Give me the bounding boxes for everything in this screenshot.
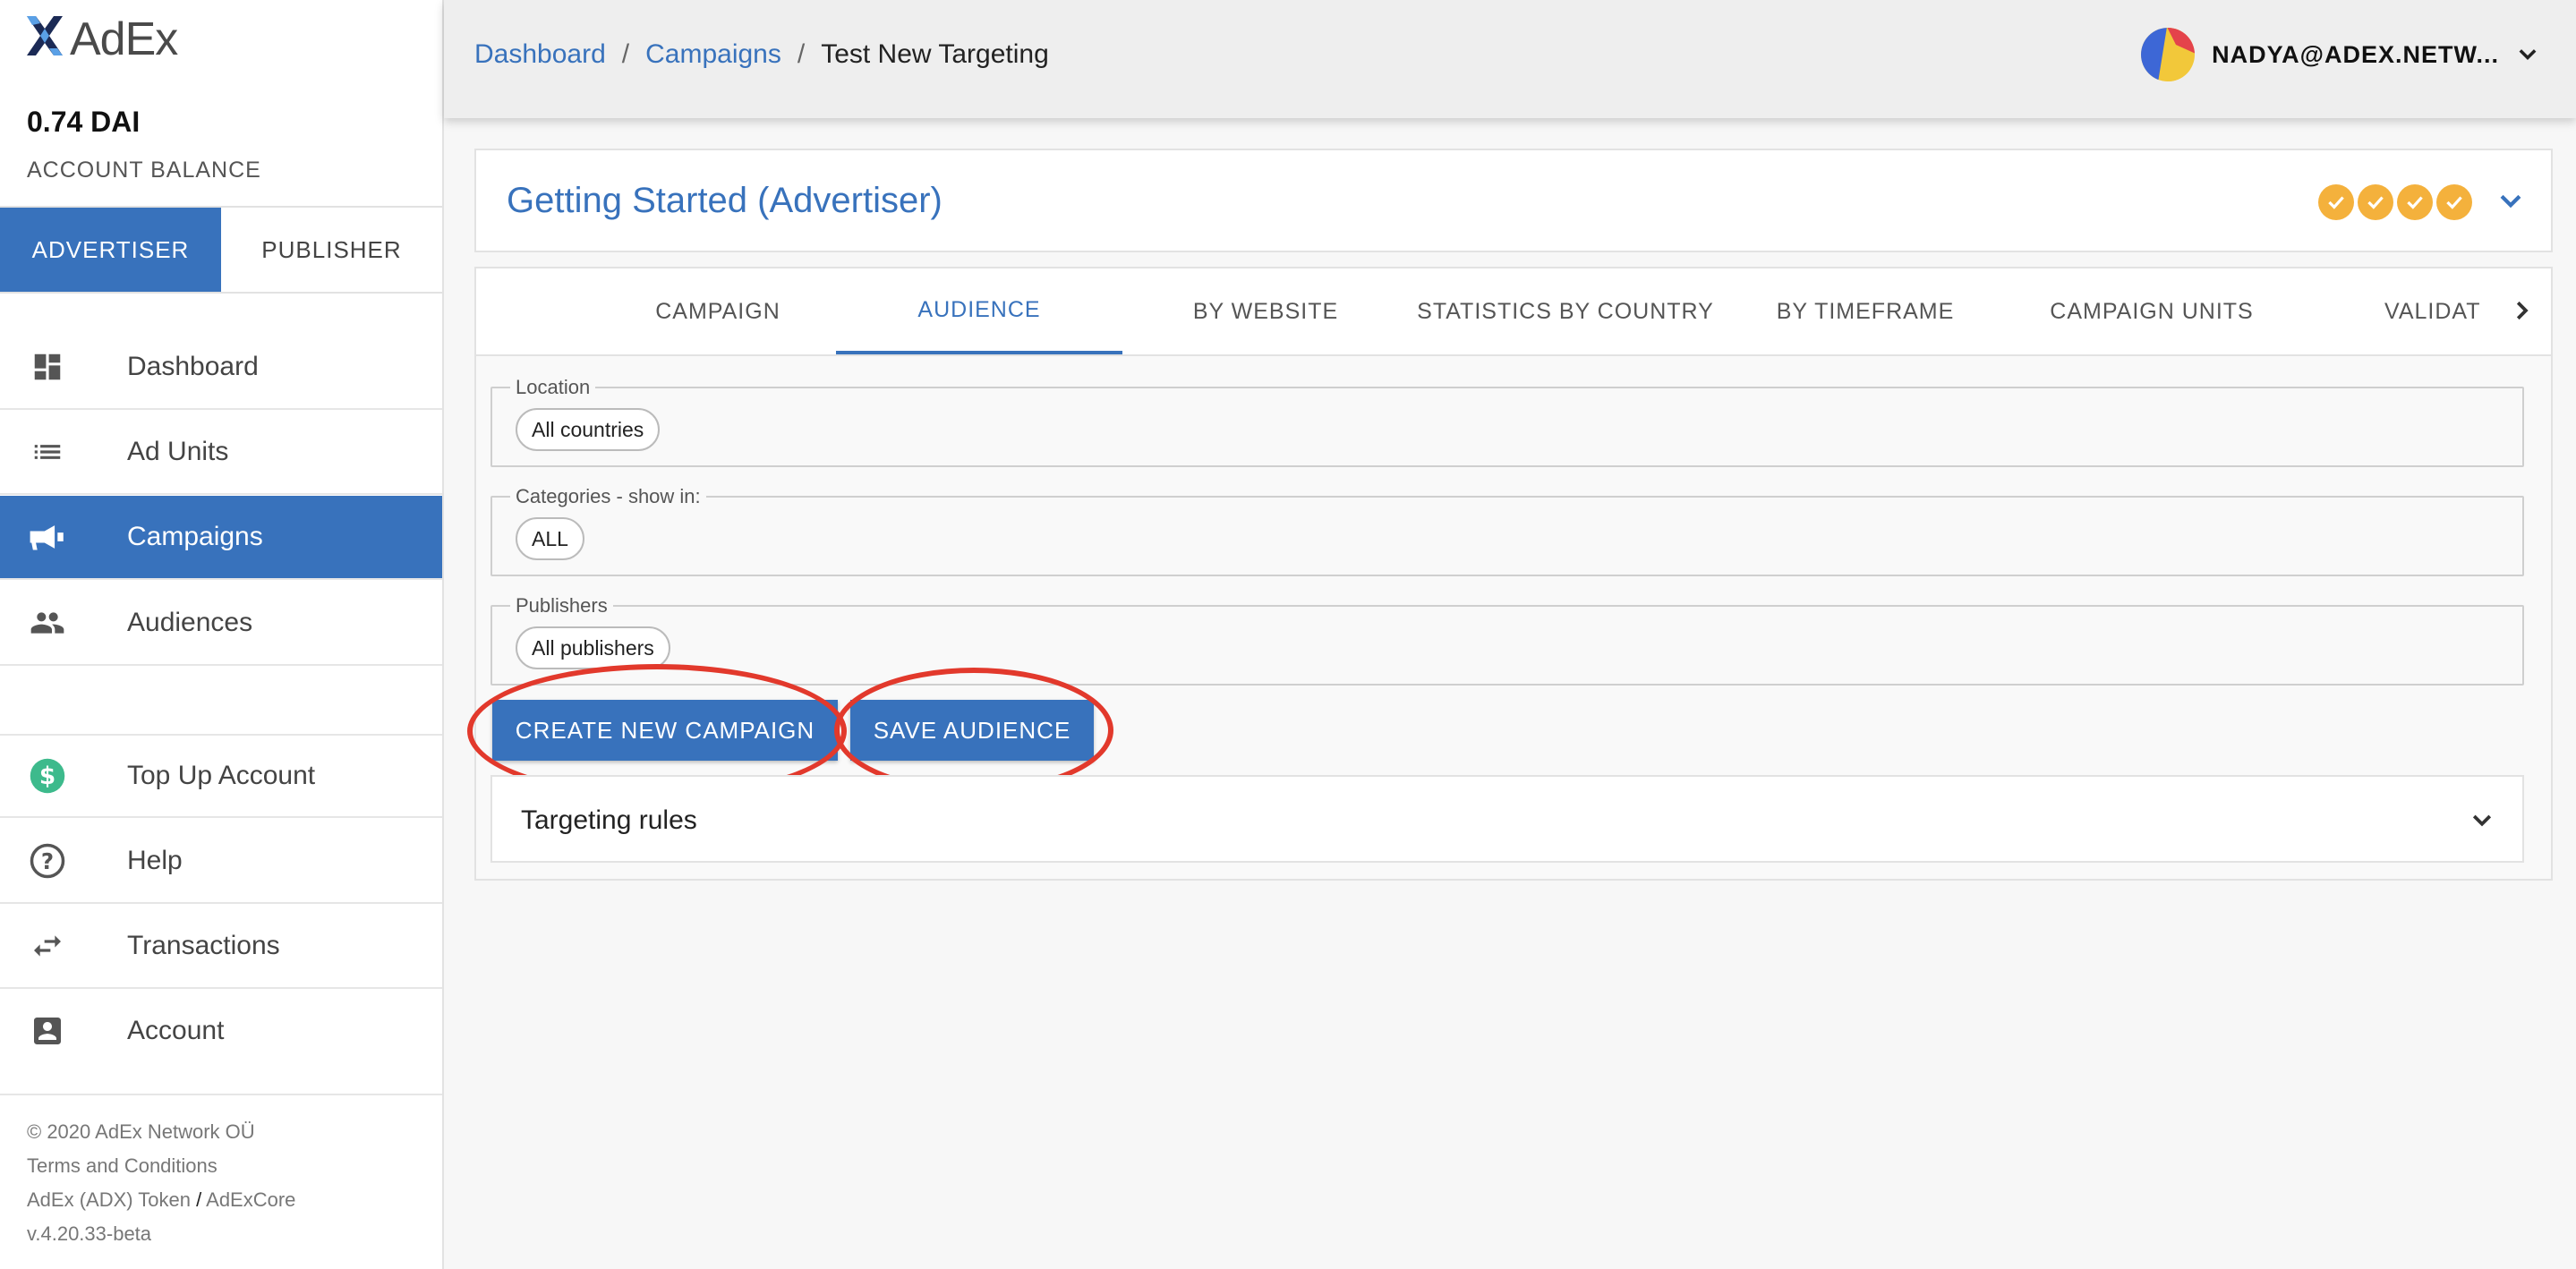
sidebar-item-campaigns[interactable]: Campaigns (0, 496, 442, 580)
create-new-campaign-button[interactable]: CREATE NEW CAMPAIGN (492, 700, 838, 761)
megaphone-icon (29, 518, 66, 556)
footer-separator: / (191, 1188, 207, 1211)
breadcrumb: Dashboard / Campaigns / Test New Targeti… (474, 39, 1049, 70)
chevron-down-icon (2472, 814, 2492, 827)
dollar-icon: $ (29, 757, 66, 795)
sidebar-item-ad-units[interactable]: Ad Units (0, 411, 442, 495)
location-legend: Location (510, 376, 596, 399)
campaign-details-card: CAMPAIGN AUDIENCE BY WEBSITE STATISTICS … (467, 267, 2553, 881)
tab-campaign-units[interactable]: CAMPAIGN UNITS (2009, 268, 2295, 354)
tab-by-timeframe[interactable]: BY TIMEFRAME (1722, 268, 2009, 354)
people-icon (29, 604, 66, 642)
account-balance-amount: 0.74 DAI (27, 106, 141, 138)
campaign-tabs: CAMPAIGN AUDIENCE BY WEBSITE STATISTICS … (476, 268, 2551, 356)
sidebar-item-label: Transactions (127, 931, 280, 960)
publishers-chip[interactable]: All publishers (516, 626, 670, 669)
location-chip[interactable]: All countries (516, 408, 661, 451)
breadcrumb-separator: / (797, 39, 806, 69)
svg-text:$: $ (39, 763, 55, 790)
breadcrumb-dashboard[interactable]: Dashboard (474, 39, 606, 70)
save-audience-button[interactable]: SAVE AUDIENCE (850, 700, 1094, 761)
sidebar: AdEx 0.74 DAI ACCOUNT BALANCE ADVERTISER… (0, 0, 444, 1269)
chevron-down-icon[interactable] (2495, 186, 2526, 217)
role-tab-publisher[interactable]: PUBLISHER (221, 208, 442, 292)
breadcrumb-campaigns[interactable]: Campaigns (645, 39, 781, 70)
tab-campaign[interactable]: CAMPAIGN (585, 268, 850, 354)
dashboard-icon (29, 348, 66, 386)
footer-divider (0, 1094, 442, 1095)
categories-chip[interactable]: ALL (516, 517, 584, 560)
user-avatar-icon (2141, 28, 2196, 81)
footer-links: AdEx (ADX) Token / AdExCore (27, 1188, 295, 1212)
check-icon (2436, 184, 2472, 220)
user-email: NADYA@ADEX.NETW... (2212, 40, 2499, 68)
sidebar-item-label: Ad Units (127, 437, 229, 466)
publishers-field: Publishers All publishers (490, 594, 2524, 686)
adex-logo[interactable]: AdEx (25, 11, 178, 68)
sidebar-item-account[interactable]: Account (0, 989, 442, 1073)
transfer-icon (29, 927, 66, 965)
sidebar-item-label: Dashboard (127, 352, 259, 381)
tab-audience[interactable]: AUDIENCE (836, 268, 1122, 354)
sidebar-item-label: Help (127, 846, 183, 875)
tab-statistics-by-country[interactable]: STATISTICS BY COUNTRY (1409, 268, 1722, 354)
sidebar-item-label: Account (127, 1016, 225, 1045)
logo-text: AdEx (70, 13, 178, 65)
sidebar-item-label: Audiences (127, 608, 253, 637)
footer-core-link[interactable]: AdExCore (206, 1188, 295, 1211)
categories-legend: Categories - show in: (510, 485, 706, 508)
tab-by-website[interactable]: BY WEBSITE (1122, 268, 1409, 354)
account-balance-label: ACCOUNT BALANCE (27, 158, 261, 183)
sidebar-item-label: Campaigns (127, 522, 263, 551)
location-field: Location All countries (490, 376, 2524, 467)
getting-started-title: Getting Started (Advertiser) (507, 181, 943, 220)
user-menu[interactable]: NADYA@ADEX.NETW... (2140, 27, 2540, 82)
role-switch: ADVERTISER PUBLISHER (0, 206, 442, 294)
svg-text:?: ? (41, 848, 54, 874)
help-icon: ? (29, 842, 66, 880)
sidebar-item-top-up[interactable]: $ Top Up Account (0, 734, 442, 818)
footer-copyright: © 2020 AdEx Network OÜ (27, 1120, 255, 1143)
publishers-legend: Publishers (510, 594, 613, 617)
sidebar-item-dashboard[interactable]: Dashboard (0, 326, 442, 410)
check-icon (2397, 184, 2433, 220)
list-icon (29, 433, 66, 471)
chevron-right-icon[interactable] (2508, 297, 2535, 324)
sidebar-item-label: Top Up Account (127, 761, 316, 790)
adex-logo-icon (27, 16, 63, 55)
top-bar: Dashboard / Campaigns / Test New Targeti… (444, 0, 2576, 118)
getting-started-panel[interactable]: Getting Started (Advertiser) (474, 149, 2553, 252)
footer-terms-link[interactable]: Terms and Conditions (27, 1154, 218, 1178)
chevron-down-icon (2519, 49, 2537, 60)
check-icon (2318, 184, 2354, 220)
footer-token-link[interactable]: AdEx (ADX) Token (27, 1188, 191, 1211)
footer-version: v.4.20.33-beta (27, 1222, 152, 1245)
categories-field: Categories - show in: ALL (490, 485, 2524, 576)
sidebar-item-transactions[interactable]: Transactions (0, 905, 442, 989)
targeting-rules-panel[interactable]: Targeting rules (490, 775, 2524, 863)
progress-checks (2318, 184, 2472, 220)
breadcrumb-separator: / (621, 39, 630, 69)
tab-validation[interactable]: VALIDAT (2295, 268, 2501, 354)
breadcrumb-current: Test New Targeting (821, 39, 1049, 69)
sidebar-item-audiences[interactable]: Audiences (0, 582, 442, 666)
targeting-rules-label: Targeting rules (521, 805, 697, 835)
role-tab-advertiser[interactable]: ADVERTISER (0, 208, 221, 292)
check-icon (2358, 184, 2393, 220)
sidebar-item-help[interactable]: ? Help (0, 820, 442, 904)
account-icon (29, 1012, 66, 1050)
